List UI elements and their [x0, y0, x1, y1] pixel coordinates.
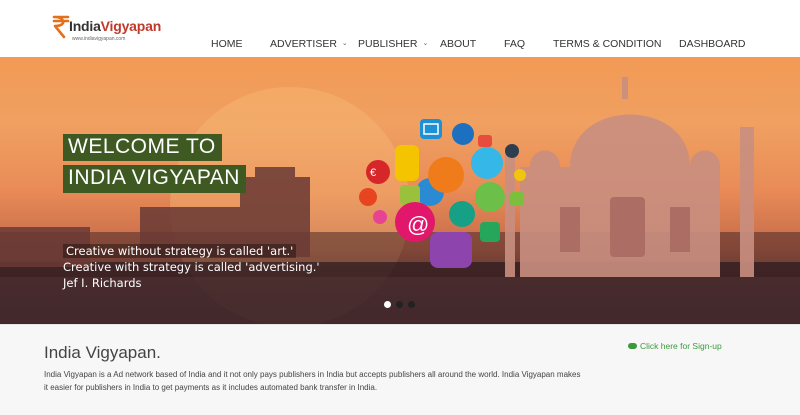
slider-pagination [384, 301, 416, 309]
slider-dot-3[interactable] [408, 301, 415, 308]
nav-terms[interactable]: TERMS & CONDITION [553, 38, 662, 50]
about-section: India Vigyapan. India Vigyapan is a Ad n… [0, 324, 800, 415]
slider-dot-2[interactable] [396, 301, 403, 308]
hero-headline-line2: INDIA VIGYAPAN [63, 165, 246, 193]
nav-home-label: HOME [211, 38, 243, 50]
svg-text:€: € [370, 167, 376, 179]
nav-faq[interactable]: FAQ [504, 38, 525, 50]
nav-advertiser[interactable]: ADVERTISER ⌄ [270, 38, 348, 50]
nav-terms-label: TERMS & CONDITION [553, 38, 662, 50]
nav-advertiser-label: ADVERTISER [270, 38, 337, 50]
rupee-logo-icon [52, 15, 70, 39]
hero-headline-line1: WELCOME TO [63, 134, 222, 161]
signup-link[interactable]: Click here for Sign-up [628, 341, 722, 351]
nav-dashboard-label: DASHBOARD [679, 38, 746, 50]
slider-dot-1[interactable] [384, 301, 391, 308]
site-header: IndiaVigyapan www.indiavigyapan.com HOME… [0, 0, 800, 57]
main-nav: HOME ADVERTISER ⌄ PUBLISHER ⌄ ABOUT FAQ TE… [0, 38, 800, 52]
nav-publisher-label: PUBLISHER [358, 38, 418, 50]
chevron-down-icon: ⌄ [341, 40, 348, 47]
hero-quote-line1: Creative without strategy is called 'art… [63, 244, 297, 258]
hero-quote-line2: Creative with strategy is called 'advert… [63, 260, 320, 274]
nav-dashboard[interactable]: DASHBOARD [679, 38, 746, 50]
about-text: India Vigyapan is a Ad network based of … [44, 370, 581, 392]
hero-slider: @ € WELCOME TO INDIA VIGYAPAN Creative w… [0, 57, 800, 324]
logo-title-part1: India [69, 18, 101, 34]
nav-publisher[interactable]: PUBLISHER ⌄ [358, 38, 428, 50]
signup-link-label: Click here for Sign-up [640, 341, 722, 351]
logo-title: IndiaVigyapan [69, 18, 161, 34]
hero-quote-author: Jef I. Richards [63, 276, 142, 290]
nav-about-label: ABOUT [440, 38, 477, 50]
svg-text:@: @ [407, 212, 429, 237]
cloud-upload-icon [628, 343, 637, 349]
logo-title-part2: Vigyapan [100, 18, 162, 34]
chevron-down-icon: ⌄ [422, 40, 429, 47]
nav-about[interactable]: ABOUT [440, 38, 476, 50]
nav-faq-label: FAQ [504, 38, 526, 50]
nav-home[interactable]: HOME [211, 38, 243, 50]
about-title: India Vigyapan. [44, 343, 161, 362]
